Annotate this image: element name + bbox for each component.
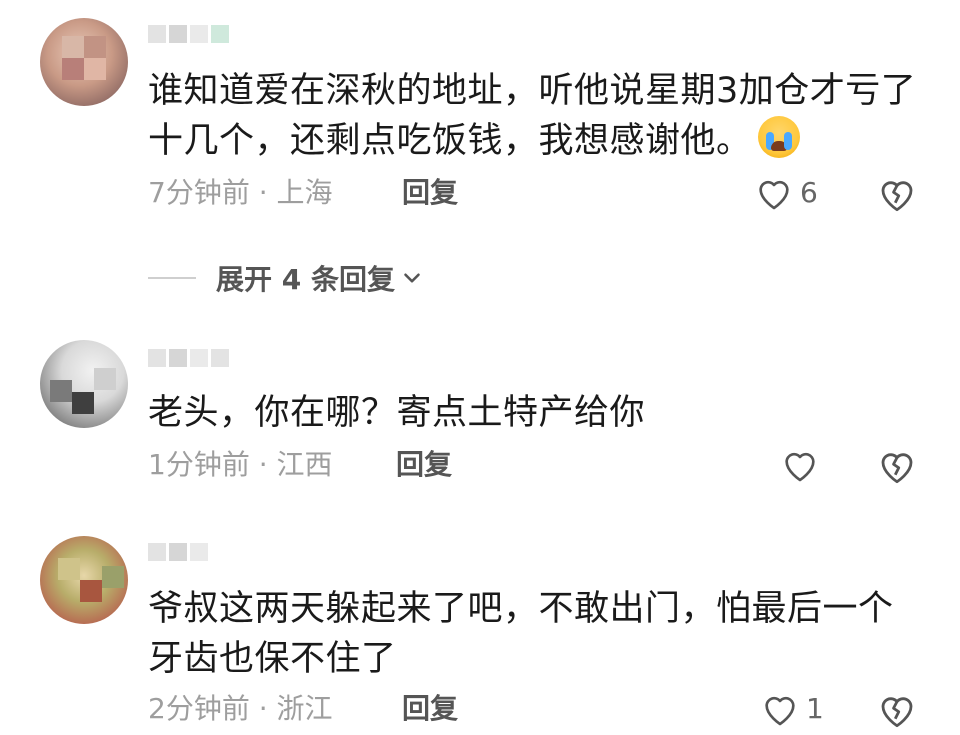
- expand-replies-button[interactable]: 展开 4 条回复: [148, 258, 425, 298]
- reply-button[interactable]: 回复: [396, 448, 452, 482]
- broken-heart-icon: [881, 453, 913, 484]
- username-obscured[interactable]: [148, 22, 229, 46]
- like-count: 6: [800, 176, 818, 209]
- like-button[interactable]: 6: [754, 174, 818, 212]
- comment-meta: 7分钟前 · 上海: [148, 176, 333, 209]
- dislike-button[interactable]: [876, 446, 918, 486]
- dislike-button[interactable]: [876, 690, 918, 730]
- comment-text: 谁知道爱在深秋的地址，听他说星期3加仓才亏了十几个，还剩点吃饭钱，我想感谢他。: [148, 71, 917, 161]
- comment-text: 老头，你在哪？寄点土特产给你: [148, 393, 646, 433]
- avatar[interactable]: [40, 340, 128, 428]
- username-obscured[interactable]: [148, 540, 208, 564]
- comment-meta: 1分钟前 · 江西: [148, 448, 333, 481]
- like-button[interactable]: 1: [760, 690, 824, 728]
- divider-line: [148, 277, 196, 279]
- expand-replies-label: 展开 4 条回复: [216, 263, 395, 296]
- like-button[interactable]: [780, 446, 826, 484]
- comment-meta: 2分钟前 · 浙江: [148, 692, 333, 725]
- comment-text: 爷叔这两天躲起来了吧，不敢出门，怕最后一个牙齿也保不住了: [148, 589, 894, 679]
- broken-heart-icon: [881, 181, 913, 212]
- dislike-button[interactable]: [876, 174, 918, 214]
- reply-button[interactable]: 回复: [402, 176, 458, 210]
- chevron-down-icon: [404, 273, 420, 283]
- heart-outline-icon: [785, 452, 815, 482]
- avatar[interactable]: [40, 18, 128, 106]
- crying-face-emoji: [757, 116, 800, 158]
- heart-outline-icon: [765, 696, 795, 726]
- like-count: 1: [806, 692, 824, 725]
- broken-heart-icon: [881, 697, 913, 728]
- username-obscured[interactable]: [148, 346, 229, 370]
- reply-button[interactable]: 回复: [402, 692, 458, 726]
- heart-outline-icon: [759, 180, 789, 210]
- avatar[interactable]: [40, 536, 128, 624]
